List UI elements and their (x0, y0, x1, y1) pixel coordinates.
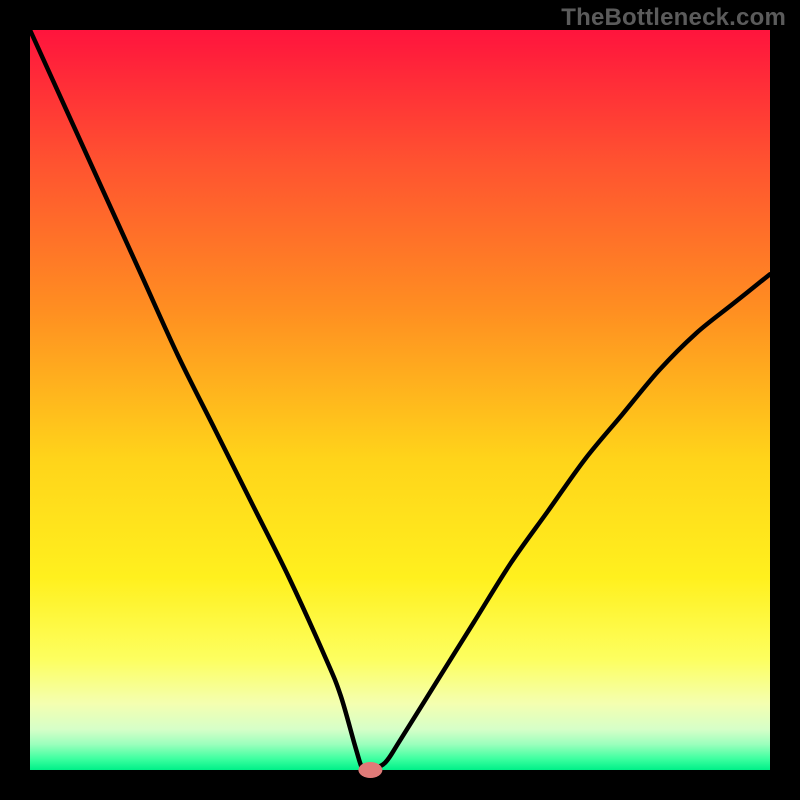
bottleneck-chart (0, 0, 800, 800)
watermark-label: TheBottleneck.com (561, 4, 786, 32)
chart-frame: TheBottleneck.com (0, 0, 800, 800)
optimal-marker (358, 762, 382, 778)
plot-background (30, 30, 770, 770)
